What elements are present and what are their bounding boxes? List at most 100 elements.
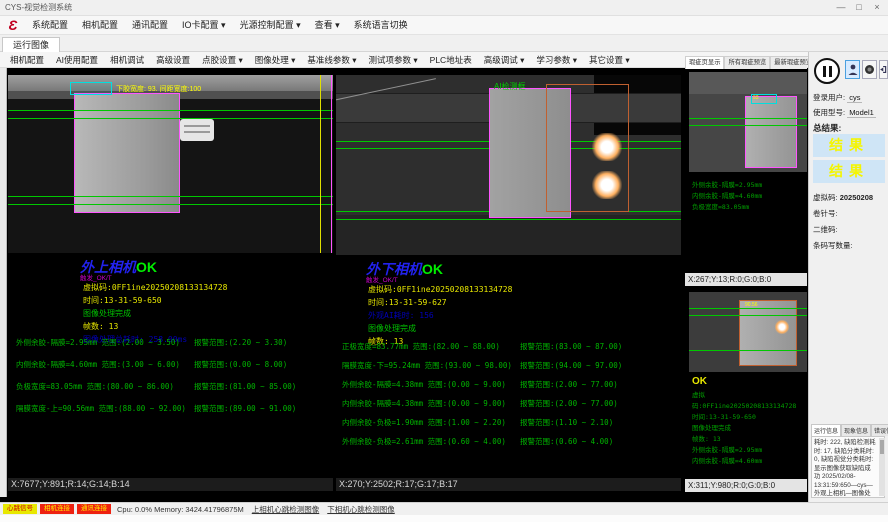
login-user-row: 登录用户: cys: [813, 92, 862, 103]
model-row: 使用型号: Model1: [813, 107, 876, 118]
process-done-line: 图像处理完成: [83, 307, 227, 320]
ai-detect-label: AI检测框: [494, 81, 526, 92]
needle-label: 卷针号:: [813, 208, 838, 219]
close-button[interactable]: ×: [868, 0, 886, 16]
right-sidebar: 登录用户: cys 使用型号: Model1 总结果: 结果 结果 虚拟码: 2…: [808, 52, 888, 502]
lower-camera-image[interactable]: AI检测框: [336, 75, 681, 255]
camera-connect-badge: 相机连接: [40, 504, 74, 514]
measurement-row: 隔膜宽度-上=90.56mm 范围:(88.00 ~ 92.00) 报警范围:(…: [16, 403, 331, 414]
exit-arrow-icon: [880, 64, 887, 75]
baseline-overlay: [689, 350, 807, 351]
width-measure-label: 下胶宽度: 93. 间距宽度:100: [116, 84, 201, 94]
reflection-glow: [775, 320, 789, 334]
tab-phenomenon-info[interactable]: 现象信息: [841, 424, 871, 436]
roi-cyan-box: [70, 82, 112, 95]
menu-language-switch[interactable]: 系统语言切换: [347, 16, 415, 34]
pause-button[interactable]: [814, 58, 840, 84]
title-bar: CYS-视觉检测系统 — □ ×: [0, 0, 888, 16]
exit-button[interactable]: [879, 60, 888, 79]
measurement-row: 外侧余胶-负极=2.61mm 范围:(0.60 ~ 4.00) 报警范围:(0.…: [342, 436, 679, 447]
heartbeat-badge: 心跳信号: [3, 504, 37, 514]
run-log-text[interactable]: 耗时: 222, 缺陷检测耗时: 17, 缺陷分类耗时: 0, 缺陷视觉分类耗时…: [811, 436, 885, 498]
measurement-row: 隔膜宽度-下=95.24mm 范围:(93.00 ~ 98.00) 报警范围:(…: [342, 360, 679, 371]
preview-text-1: 外侧余胶-隔膜=2.95mm 内侧余胶-隔膜=4.60mm 负极宽度=83.05…: [692, 180, 804, 213]
mini-measure-label: 90.56: [745, 302, 758, 308]
measurement-row: 内侧余胶-负极=1.90mm 范围:(1.00 ~ 2.20) 报警范围:(1.…: [342, 417, 679, 428]
tool-test-params[interactable]: 测试项参数 ▾: [363, 54, 424, 66]
reflection-glow: [592, 171, 622, 199]
electrode-block-overlay: [74, 93, 180, 213]
preview-text-2: 虚拟码:0FF1ine20250208133134728 时间:13-31-59…: [692, 390, 804, 467]
tool-advanced-settings[interactable]: 高级设置: [150, 54, 196, 66]
upper-camera-info: 外上相机OK 触发_OK/T 虚拟码:0FF1ine20250208133134…: [8, 253, 333, 477]
virtual-code-line: 虚拟码:0FF1ine20250208133134728: [83, 281, 227, 294]
result-ok-label: OK: [422, 261, 443, 277]
menu-bar: Ɛ 系统配置 相机配置 通讯配置 IO卡配置 ▾ 光源控制配置 ▾ 查看 ▾ 系…: [0, 16, 888, 35]
user-lock-button[interactable]: [845, 60, 860, 79]
mini-measure-label: 93: [753, 95, 759, 101]
preview-cursor-status-2: X:311;Y:980;R:0;G:0;B:0: [685, 479, 807, 492]
result-box-upper: 结果: [813, 134, 885, 157]
left-splitter[interactable]: [0, 68, 7, 497]
image-bottom-band: [336, 215, 681, 255]
minimize-button[interactable]: —: [832, 0, 850, 16]
menu-camera-config[interactable]: 相机配置: [75, 16, 125, 34]
menu-system-config[interactable]: 系统配置: [25, 16, 75, 34]
tab-error-info[interactable]: 错误信息: [871, 424, 888, 436]
camera-button[interactable]: [862, 60, 877, 79]
menu-comm-config[interactable]: 通讯配置: [125, 16, 175, 34]
time-line: 时间:13-31-59-650: [83, 294, 227, 307]
qrcode-label: 二维码:: [813, 224, 838, 235]
preview-cursor-status-1: X:267;Y:13;R:0;G:0;B:0: [685, 273, 807, 286]
baseline-overlay: [8, 196, 333, 197]
process-done-line: 图像处理完成: [368, 322, 512, 335]
lower-camera-heartbeat-link[interactable]: 下相机心跳检测图像: [327, 504, 395, 515]
menu-light-config[interactable]: 光源控制配置 ▾: [233, 16, 308, 34]
window-title: CYS-视觉检测系统: [5, 3, 72, 12]
menu-view[interactable]: 查看 ▾: [308, 16, 347, 34]
virtual-code-line: 虚拟码:0FF1ine20250208133134728: [368, 283, 512, 296]
tool-camera-debug[interactable]: 相机调试: [104, 54, 150, 66]
menu-io-config[interactable]: IO卡配置 ▾: [175, 16, 233, 34]
baseline-overlay: [689, 315, 807, 316]
result-box-lower: 结果: [813, 160, 885, 183]
tool-ai-config[interactable]: AI使用配置: [50, 54, 104, 66]
tool-advanced-debug[interactable]: 高级调试 ▾: [478, 54, 531, 66]
measurement-row: 正极宽度=83.77mm 范围:(82.00 ~ 88.00) 报警范围:(83…: [342, 341, 679, 352]
user-icon: [848, 64, 858, 76]
measurement-row: 内侧余胶-隔膜=4.38mm 范围:(0.00 ~ 9.00) 报警范围:(2.…: [342, 398, 679, 409]
defect-preview-image-1[interactable]: 93: [689, 72, 807, 172]
tab-run-image[interactable]: 运行图像: [2, 37, 60, 52]
baseline-overlay: [336, 219, 681, 220]
time-line: 时间:13-31-59-627: [368, 296, 512, 309]
tool-glue-settings[interactable]: 点胶设置 ▾: [196, 54, 249, 66]
log-scrollbar[interactable]: [879, 438, 885, 496]
upper-camera-heartbeat-link[interactable]: 上相机心跳检测图像: [252, 504, 320, 515]
electrode-block-overlay: [745, 96, 797, 168]
login-user-field[interactable]: cys: [847, 93, 862, 103]
measurement-row: 负极宽度=83.05mm 范围:(80.00 ~ 86.00) 报警范围:(81…: [16, 381, 331, 392]
tab-all-defects[interactable]: 所有瑕疵预览: [724, 56, 770, 69]
total-result-label: 总结果:: [813, 122, 841, 134]
maximize-button[interactable]: □: [850, 0, 868, 16]
app-window: CYS-视觉检测系统 — □ × Ɛ 系统配置 相机配置 通讯配置 IO卡配置 …: [0, 0, 888, 522]
baseline-overlay: [8, 110, 333, 111]
barcode-count-label: 条码写数量:: [813, 240, 853, 251]
status-bar: 心跳信号 相机连接 通讯连接 Cpu: 0.0% Memory: 3424.41…: [0, 502, 888, 515]
baseline-overlay: [689, 118, 807, 119]
tool-baseline-params[interactable]: 基准线参数 ▾: [301, 54, 362, 66]
model-field[interactable]: Model1: [847, 108, 876, 118]
tool-camera-config[interactable]: 相机配置: [4, 54, 50, 66]
tab-defect-page[interactable]: 瑕疵页显示: [685, 56, 724, 69]
comm-connect-badge: 通讯连接: [77, 504, 111, 514]
app-logo-icon: Ɛ: [4, 18, 22, 33]
tool-plc-table[interactable]: PLC地址表: [424, 54, 478, 66]
tool-other-settings[interactable]: 其它设置 ▾: [583, 54, 636, 66]
tool-learning-params[interactable]: 学习参数 ▾: [530, 54, 583, 66]
defect-preview-image-2[interactable]: 90.56: [689, 292, 807, 372]
tab-run-info[interactable]: 运行信息: [811, 424, 841, 436]
upper-camera-image[interactable]: 下胶宽度: 93. 间距宽度:100: [8, 75, 333, 253]
lower-camera-cursor-status: X:270;Y:2502;R:17;G:17;B:17: [336, 478, 681, 491]
tool-image-processing[interactable]: 图像处理 ▾: [249, 54, 302, 66]
upper-camera-cursor-status: X:7677;Y:891;R:14;G:14;B:14: [8, 478, 333, 491]
